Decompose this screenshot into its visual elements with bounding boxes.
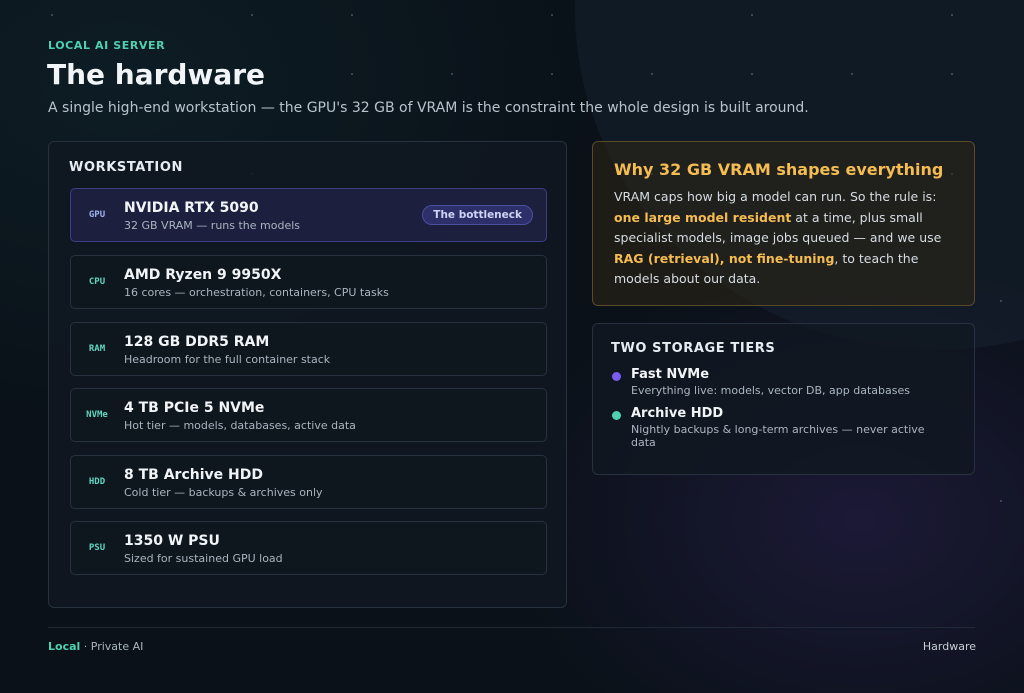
psu-tag: PSU [88, 543, 106, 553]
hardware-item-cpu: CPU AMD Ryzen 9 9950X 16 cores — orchest… [70, 255, 547, 309]
hdd-tag: HDD [88, 477, 106, 487]
vram-callout-card: Why 32 GB VRAM shapes everything VRAM ca… [592, 141, 975, 306]
hardware-name: NVIDIA RTX 5090 [124, 200, 259, 216]
cpu-tag: CPU [88, 277, 106, 287]
hardware-name: 4 TB PCIe 5 NVMe [124, 400, 265, 416]
tier-name: Archive HDD [631, 406, 724, 421]
vram-callout-title: Why 32 GB VRAM shapes everything [614, 160, 944, 179]
vram-highlight: RAG (retrieval), not fine-tuning [614, 250, 835, 266]
hardware-item-gpu: GPU NVIDIA RTX 5090 32 GB VRAM — runs th… [70, 188, 547, 242]
purple-dot-icon [612, 372, 621, 381]
tier-name: Fast NVMe [631, 367, 710, 382]
workstation-panel: WORKSTATION GPU NVIDIA RTX 5090 32 GB VR… [48, 141, 567, 608]
tier-desc: Everything live: models, vector DB, app … [631, 384, 910, 397]
vram-text: VRAM caps how big a model can run. So th… [614, 189, 937, 204]
tier-desc: Nightly backups & long-term archives — n… [631, 423, 925, 449]
page-title: The hardware [47, 58, 266, 91]
hardware-item-psu: PSU 1350 W PSU Sized for sustained GPU l… [70, 521, 547, 575]
vram-callout-body: VRAM caps how big a model can run. So th… [614, 187, 959, 290]
footer-section-label: Hardware [922, 640, 976, 653]
hardware-desc: 32 GB VRAM — runs the models [124, 219, 301, 232]
footer-tagline: · Private AI [80, 640, 144, 653]
hardware-item-ram: RAM 128 GB DDR5 RAM Headroom for the ful… [70, 322, 547, 376]
hardware-item-nvme: NVMe 4 TB PCIe 5 NVMe Hot tier — models,… [70, 388, 547, 442]
hardware-name: 8 TB Archive HDD [124, 467, 263, 483]
hardware-item-hdd: HDD 8 TB Archive HDD Cold tier — backups… [70, 455, 547, 509]
hardware-desc: Sized for sustained GPU load [124, 552, 283, 565]
footer-divider [48, 627, 975, 628]
hardware-desc: Headroom for the full container stack [124, 353, 331, 366]
vram-highlight: one large model resident [614, 209, 792, 225]
ram-tag: RAM [88, 344, 106, 354]
hardware-desc: Cold tier — backups & archives only [124, 486, 323, 499]
page-subtitle: A single high-end workstation — the GPU'… [48, 100, 809, 116]
hardware-desc: Hot tier — models, databases, active dat… [124, 419, 356, 432]
gpu-tag: GPU [88, 210, 106, 220]
bottleneck-badge: The bottleneck [422, 205, 533, 225]
hardware-name: AMD Ryzen 9 9950X [124, 267, 282, 283]
eyebrow-label: LOCAL AI SERVER [48, 39, 166, 52]
footer-brand: Local [48, 640, 81, 653]
hardware-name: 128 GB DDR5 RAM [124, 334, 270, 350]
teal-dot-icon [612, 411, 621, 420]
hardware-name: 1350 W PSU [124, 533, 220, 549]
workstation-title: WORKSTATION [69, 160, 183, 175]
hardware-desc: 16 cores — orchestration, containers, CP… [124, 286, 389, 299]
slide: LOCAL AI SERVER The hardware A single hi… [0, 0, 1024, 693]
storage-title: TWO STORAGE TIERS [611, 341, 776, 356]
footer-left: Local · Private AI [48, 640, 143, 653]
nvme-tag: NVMe [86, 410, 108, 420]
storage-tiers-card: TWO STORAGE TIERS Fast NVMe Everything l… [592, 323, 975, 475]
